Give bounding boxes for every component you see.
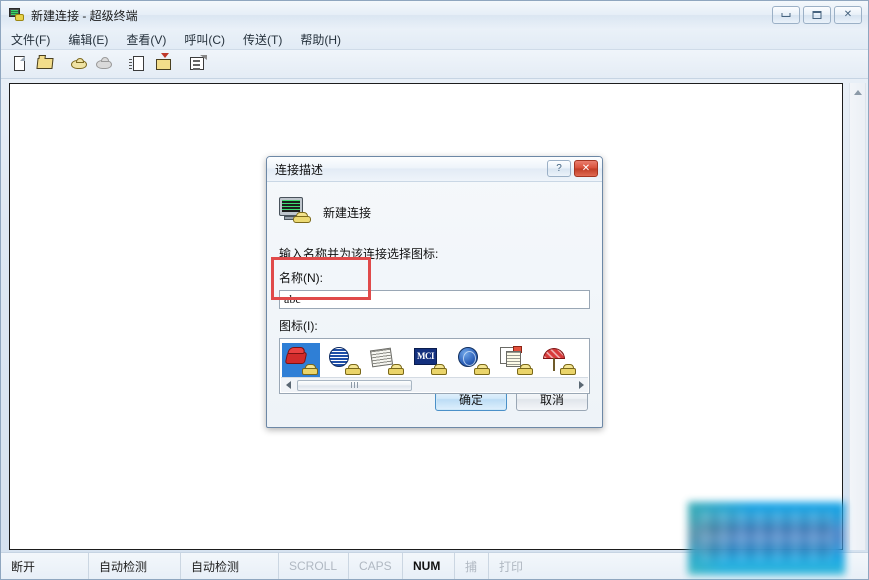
blue-globe-icon[interactable] — [454, 343, 492, 377]
new-document-icon[interactable] — [9, 53, 31, 75]
dialog-window-controls: ? ✕ — [547, 160, 598, 177]
hyperterminal-icon — [9, 7, 25, 23]
scroll-left-icon[interactable] — [281, 379, 295, 392]
close-icon: ✕ — [843, 9, 853, 20]
maximize-button[interactable] — [803, 6, 831, 24]
minimize-button[interactable] — [772, 6, 800, 24]
close-icon: ✕ — [581, 162, 591, 174]
scroll-right-icon[interactable] — [574, 379, 588, 392]
window-title: 新建连接 - 超级终端 — [31, 8, 138, 23]
scrollbar-track[interactable] — [295, 379, 574, 392]
dialog-titlebar: 连接描述 ? ✕ — [267, 157, 602, 182]
mci-logo-icon[interactable]: MCI — [411, 343, 449, 377]
status-autodetect-2: 自动检测 — [181, 553, 279, 579]
menu-call[interactable]: 呼叫(C) — [184, 29, 234, 50]
window-titlebar: 新建连接 - 超级终端 ✕ — [1, 1, 868, 29]
dialog-prompt: 输入名称并为该连接选择图标: — [279, 247, 439, 261]
properties-icon[interactable] — [186, 53, 208, 75]
umbrella-icon[interactable] — [540, 343, 578, 377]
dialog-body: 新建连接 输入名称并为该连接选择图标: 名称(N): 图标(I): — [267, 182, 602, 394]
send-file-icon[interactable] — [127, 53, 149, 75]
window-controls: ✕ — [772, 6, 862, 24]
name-field-label: 名称(N): — [279, 271, 323, 285]
icon-picker-list[interactable]: MCI — [279, 338, 590, 394]
status-caps: CAPS — [349, 553, 403, 579]
status-print: 打印 — [499, 559, 524, 574]
newspaper-icon[interactable] — [368, 343, 406, 377]
striped-globe-icon[interactable] — [325, 343, 363, 377]
new-connection-icon — [279, 197, 313, 227]
status-num: NUM — [403, 553, 455, 579]
menu-edit[interactable]: 编辑(E) — [68, 29, 117, 50]
connection-heading: 新建连接 — [323, 205, 372, 220]
close-button[interactable]: ✕ — [834, 6, 862, 24]
dialog-close-button[interactable]: ✕ — [574, 160, 598, 177]
name-input[interactable] — [279, 290, 590, 309]
documents-icon[interactable] — [497, 343, 535, 377]
menu-transfer[interactable]: 传送(T) — [243, 29, 291, 50]
scroll-up-icon[interactable] — [850, 85, 865, 99]
status-connection: 断开 — [1, 553, 89, 579]
vertical-scrollbar[interactable] — [849, 83, 866, 550]
menu-file[interactable]: 文件(F) — [11, 29, 59, 50]
dialog-title: 连接描述 — [275, 162, 324, 177]
icon-list-horizontal-scrollbar[interactable] — [281, 377, 588, 392]
connection-header: 新建连接 — [279, 197, 590, 227]
receive-file-icon[interactable] — [152, 53, 174, 75]
blurred-watermark — [688, 502, 845, 575]
help-button[interactable]: ? — [547, 160, 571, 177]
question-mark-icon: ? — [556, 162, 562, 174]
status-capture: 捕 — [455, 553, 489, 579]
connection-description-dialog: 连接描述 ? ✕ 新建连接 输入名称并为该连接选择图标: 名称(N): 图标(I… — [266, 156, 603, 428]
menu-view[interactable]: 查看(V) — [126, 29, 175, 50]
menu-help[interactable]: 帮助(H) — [300, 29, 350, 50]
status-scroll: SCROLL — [279, 553, 349, 579]
status-autodetect-1: 自动检测 — [89, 553, 181, 579]
menubar: 文件(F) 编辑(E) 查看(V) 呼叫(C) 传送(T) 帮助(H) — [1, 29, 868, 50]
red-phone-icon[interactable] — [282, 342, 320, 377]
icon-field-label: 图标(I): — [279, 319, 318, 333]
open-folder-icon[interactable] — [34, 53, 56, 75]
call-phone-icon[interactable] — [68, 53, 90, 75]
icon-strip: MCI — [280, 339, 589, 379]
toolbar — [1, 50, 868, 79]
mci-label: MCI — [417, 351, 435, 361]
disconnect-phone-icon[interactable] — [93, 53, 115, 75]
scrollbar-thumb[interactable] — [297, 379, 412, 391]
